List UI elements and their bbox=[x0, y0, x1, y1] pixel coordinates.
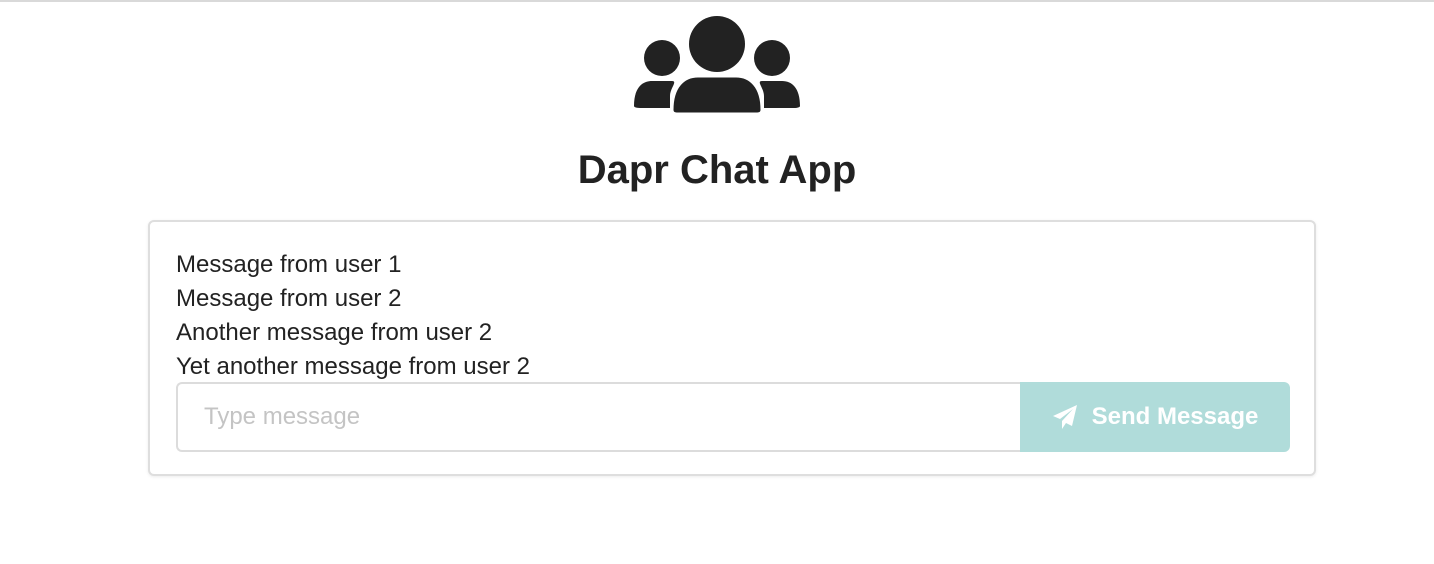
message-composer: Send Message bbox=[176, 382, 1290, 452]
app-header: Dapr Chat App bbox=[0, 14, 1434, 194]
paper-plane-icon bbox=[1052, 405, 1077, 429]
top-border bbox=[0, 0, 1434, 2]
message-item: Message from user 2 bbox=[176, 285, 402, 312]
send-button-label: Send Message bbox=[1091, 403, 1259, 430]
users-group-icon bbox=[634, 16, 800, 116]
send-message-button[interactable]: Send Message bbox=[1020, 382, 1290, 452]
message-item: Another message from user 2 bbox=[176, 319, 493, 346]
message-item: Message from user 1 bbox=[176, 251, 402, 278]
message-input[interactable] bbox=[176, 382, 1020, 452]
message-item: Yet another message from user 2 bbox=[176, 353, 530, 380]
message-list: Message from user 1 Message from user 2 … bbox=[176, 248, 530, 384]
chat-panel: Message from user 1 Message from user 2 … bbox=[148, 220, 1316, 476]
page-title: Dapr Chat App bbox=[577, 148, 857, 192]
